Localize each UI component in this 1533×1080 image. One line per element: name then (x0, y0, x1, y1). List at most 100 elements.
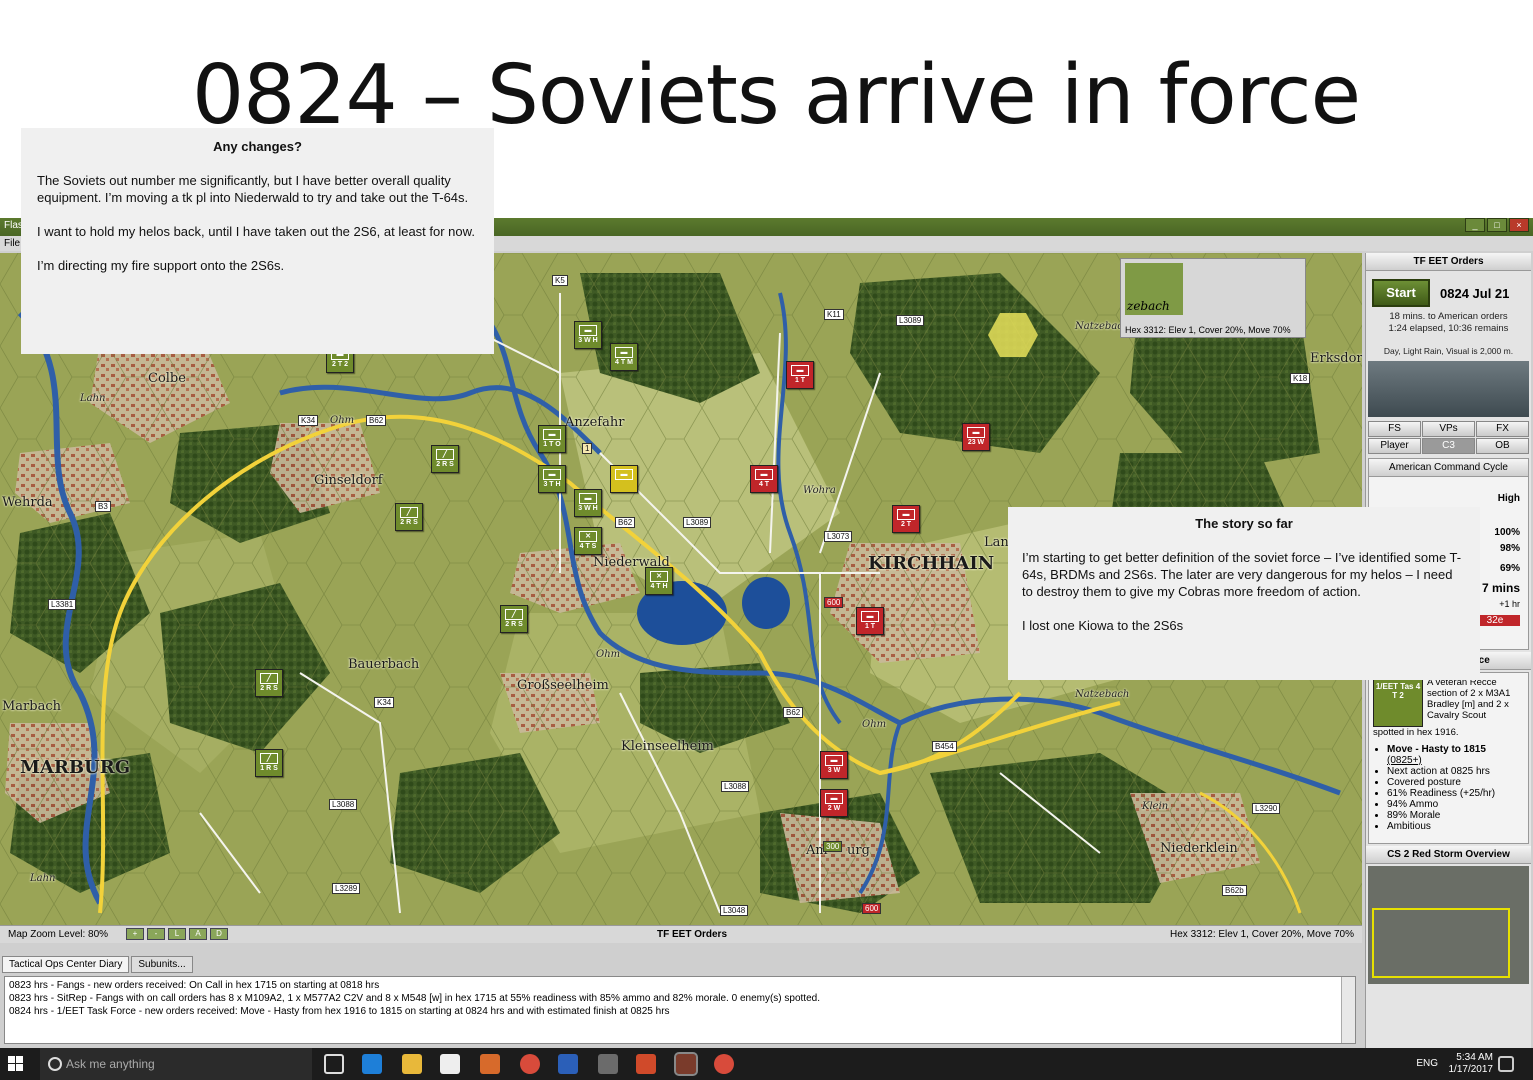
road-label: B62 (366, 415, 387, 426)
soviet-unit-counter[interactable]: ▬ 2 W (820, 789, 848, 817)
flashpoint-campaigns-icon[interactable] (674, 1052, 698, 1076)
soviet-unit-counter[interactable]: ▬ 2 T (892, 505, 920, 533)
unit-status: 61% Readiness (+25/hr) (1387, 788, 1524, 799)
us-unit-counter[interactable]: ✕ 4 T H (645, 567, 673, 595)
us-unit-counter[interactable]: ▬ 1 T O (538, 425, 566, 453)
cycle-value: 98% (1499, 543, 1520, 554)
store-icon[interactable] (440, 1054, 460, 1074)
place-bauerbach: Bauerbach (348, 657, 420, 672)
menu-file[interactable]: File (4, 238, 20, 249)
tab-diary[interactable]: Tactical Ops Center Diary (2, 956, 130, 973)
place-ginseldorf: Ginseldorf (314, 473, 383, 488)
tab-c3[interactable]: C3 (1422, 438, 1475, 454)
system-clock[interactable]: 5:34 AM 1/17/2017 (1449, 1052, 1494, 1076)
taskbar-search[interactable]: Ask me anything (40, 1048, 312, 1080)
us-unit-counter[interactable]: ╱ 2 R S (395, 503, 423, 531)
us-unit-counter[interactable]: ▬ 3 T H (538, 465, 566, 493)
hex-preview-info: Hex 3312: Elev 1, Cover 20%, Move 70% (1125, 325, 1291, 335)
maximize-button[interactable]: □ (1487, 218, 1507, 232)
us-unit-counter[interactable]: ╱ 2 R S (431, 445, 459, 473)
road-label: L3290 (1252, 803, 1281, 814)
place-kleinseelheim: Kleinseelheim (621, 739, 714, 754)
game-datetime: 0824 Jul 21 (1440, 285, 1510, 301)
powerpoint-icon[interactable] (636, 1054, 656, 1074)
app-icon[interactable] (480, 1054, 500, 1074)
overview-title: CS 2 Red Storm Overview (1366, 846, 1531, 864)
road-label: B62b (1222, 885, 1247, 896)
diary-scrollbar[interactable] (1341, 977, 1355, 1043)
edge-icon[interactable] (362, 1054, 382, 1074)
unit-status: 94% Ammo (1387, 799, 1524, 810)
close-button[interactable]: × (1509, 218, 1529, 232)
road-label: L3088 (721, 781, 750, 792)
cortana-icon (48, 1057, 62, 1071)
us-unit-counter[interactable]: ╱ 2 R S (255, 669, 283, 697)
cycle-value: 100% (1494, 527, 1520, 538)
zoom-in-button[interactable]: + (126, 928, 144, 940)
place-niederklein: Niederklein (1160, 841, 1238, 856)
zoom-l-button[interactable]: L (168, 928, 186, 940)
unit-status: Covered posture (1387, 777, 1524, 788)
clock-time: 5:34 AM (1456, 1052, 1493, 1063)
zoom-out-button[interactable]: - (147, 928, 165, 940)
us-unit-counter[interactable]: ╱ 1 R S (255, 749, 283, 777)
weather-image (1368, 361, 1529, 417)
us-unit-counter[interactable]: ✕ 4 T S (574, 527, 602, 555)
us-unit-counter[interactable]: ▬ 3 W H (574, 321, 602, 349)
road-label: B3 (95, 501, 111, 512)
tab-fs[interactable]: FS (1368, 421, 1421, 437)
note-paragraph: I’m starting to get better definition of… (1022, 550, 1462, 599)
vp-marker[interactable]: 600 (862, 903, 882, 914)
selected-unit-counter[interactable]: ▬ (610, 465, 638, 493)
unit-status: 89% Morale (1387, 810, 1524, 821)
tab-player[interactable]: Player (1368, 438, 1421, 454)
action-center-icon[interactable] (1498, 1056, 1514, 1072)
game-icon[interactable] (598, 1054, 618, 1074)
soviet-unit-counter[interactable]: ▬ 1 T (786, 361, 814, 389)
tab-fx[interactable]: FX (1476, 421, 1529, 437)
road-label: B454 (932, 741, 957, 752)
road-label: L3088 (329, 799, 358, 810)
vp-marker[interactable]: 300 (823, 841, 843, 852)
road-label: L3089 (683, 517, 712, 528)
place-grosseelheim: Großseelheim (517, 678, 609, 693)
soviet-unit-counter[interactable]: ▬ 23 W (962, 423, 990, 451)
chrome-icon-2[interactable] (714, 1054, 734, 1074)
zoom-d-button[interactable]: D (210, 928, 228, 940)
tab-vps[interactable]: VPs (1422, 421, 1475, 437)
windows-start-icon[interactable] (8, 1056, 24, 1072)
soviet-unit-counter[interactable]: ▬ 4 T (750, 465, 778, 493)
us-unit-counter[interactable]: ╱ 2 R S (500, 605, 528, 633)
unit-move-time[interactable]: (0825+) (1387, 755, 1422, 766)
unit-status: Ambitious (1387, 821, 1524, 832)
time-elapsed: 1:24 elapsed, 10:36 remains (1388, 323, 1509, 334)
overview-minimap[interactable] (1368, 866, 1529, 984)
zoom-level: Map Zoom Level: 80% (8, 929, 109, 940)
tab-subunits[interactable]: Subunits... (131, 956, 193, 973)
ops-diary-log: 0823 hrs - Fangs - new orders received: … (4, 976, 1356, 1044)
us-unit-counter[interactable]: ▬ 3 W H (574, 489, 602, 517)
tab-ob[interactable]: OB (1476, 438, 1529, 454)
objective-marker[interactable]: 1 (582, 443, 593, 454)
road-label: L3073 (824, 531, 853, 542)
chrome-icon[interactable] (520, 1054, 540, 1074)
road-label: K5 (552, 275, 568, 286)
vp-marker[interactable]: 600 (824, 597, 844, 608)
minimap-viewport[interactable] (1372, 908, 1510, 978)
road-label: L3289 (332, 883, 361, 894)
task-view-icon[interactable] (324, 1054, 344, 1074)
language-indicator[interactable]: ENG (1416, 1058, 1438, 1069)
soviet-unit-counter[interactable]: ▬ 1 T (856, 607, 884, 635)
minimize-button[interactable]: _ (1465, 218, 1485, 232)
hex-preview-image: zebach (1125, 263, 1183, 315)
note-paragraph: I lost one Kiowa to the 2S6s (1022, 618, 1184, 633)
file-explorer-icon[interactable] (402, 1054, 422, 1074)
us-unit-counter[interactable]: ▬ 4 T M (610, 343, 638, 371)
word-icon[interactable] (558, 1054, 578, 1074)
note-story-so-far: The story so far I’m starting to get bet… (1008, 507, 1480, 680)
place-wohra: Wohra (803, 485, 836, 496)
zoom-a-button[interactable]: A (189, 928, 207, 940)
note-paragraph: I want to hold my helos back, until I ha… (37, 224, 475, 239)
soviet-unit-counter[interactable]: ▬ 3 W (820, 751, 848, 779)
start-button[interactable]: Start (1372, 279, 1430, 307)
